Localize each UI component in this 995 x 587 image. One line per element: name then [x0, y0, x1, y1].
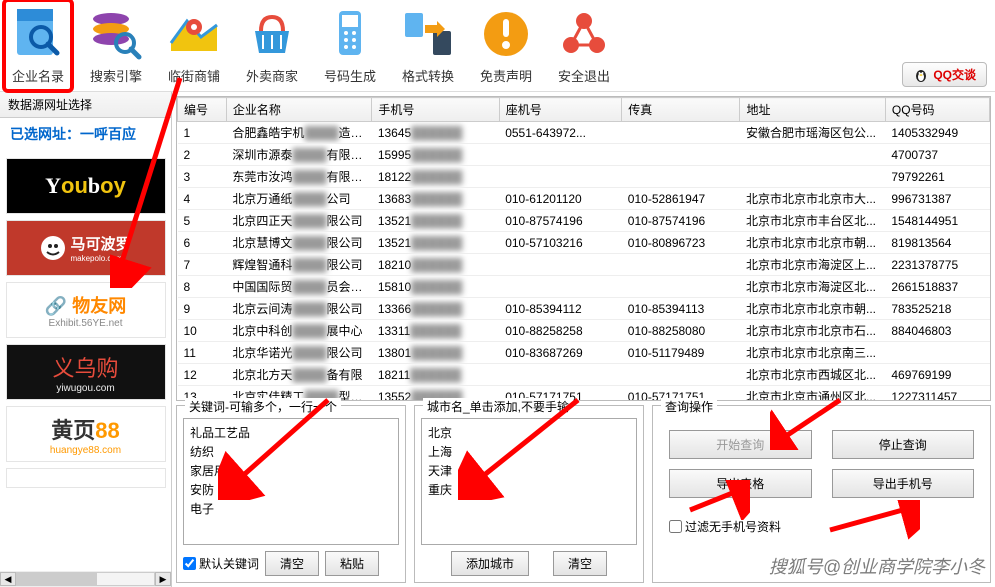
table-row[interactable]: 3东莞市汝鸿████有限公司18122██████79792261	[178, 166, 990, 188]
column-header[interactable]: 手机号	[372, 98, 499, 122]
table-row[interactable]: 4北京万通纸████公司13683██████010-61201120010-5…	[178, 188, 990, 210]
cities-panel: 城市名_单击添加,不要手输 北京上海天津重庆 添加城市 清空	[414, 405, 644, 583]
content-area: 编号企业名称手机号座机号传真地址QQ号码 1合肥鑫皓宇机████造有限...13…	[172, 92, 995, 587]
source-youboy[interactable]: Youboy	[6, 158, 166, 214]
source-makepolo[interactable]: 马可波罗makepolo.com	[6, 220, 166, 276]
table-row[interactable]: 5北京四正天████限公司13521██████010-87574196010-…	[178, 210, 990, 232]
stack-search-icon	[88, 6, 144, 62]
stop-query-button[interactable]: 停止查询	[832, 430, 975, 459]
document-search-icon	[10, 6, 66, 62]
tool-search-engine[interactable]: 搜索引擎	[86, 4, 146, 87]
column-header[interactable]: 编号	[178, 98, 227, 122]
source-huangye88[interactable]: 黄页88huangye88.com	[6, 406, 166, 462]
source-56ye[interactable]: 🔗 物友网Exhibit.56YE.net	[6, 282, 166, 338]
scroll-right-icon[interactable]: ▶	[155, 572, 171, 586]
column-header[interactable]: 传真	[622, 98, 740, 122]
column-header[interactable]: QQ号码	[885, 98, 989, 122]
list-item[interactable]: 家居用品	[188, 461, 394, 480]
clear-cities-button[interactable]: 清空	[553, 551, 607, 576]
list-item[interactable]: 电子	[188, 499, 394, 518]
column-header[interactable]: 地址	[740, 98, 885, 122]
filter-no-phone-checkbox[interactable]: 过滤无手机号资料	[659, 518, 984, 535]
qq-chat-button[interactable]: QQ交谈	[902, 62, 987, 87]
tool-safe-exit[interactable]: 安全退出	[554, 4, 614, 87]
phone-icon	[322, 6, 378, 62]
source-more[interactable]	[6, 468, 166, 488]
qq-penguin-icon	[913, 67, 929, 83]
tool-disclaimer[interactable]: 免责声明	[476, 4, 536, 87]
table-row[interactable]: 1合肥鑫皓宇机████造有限...13645██████0551-643972.…	[178, 122, 990, 144]
toolbar-label: 安全退出	[558, 66, 610, 85]
selected-source: 已选网址：一呼百应	[0, 118, 171, 150]
sidebar-scrollbar[interactable]: ◀ ▶	[0, 571, 171, 587]
table-row[interactable]: 6北京慧博文████限公司13521██████010-57103216010-…	[178, 232, 990, 254]
add-city-button[interactable]: 添加城市	[451, 551, 529, 576]
list-item[interactable]: 重庆	[426, 480, 632, 499]
list-item[interactable]: 礼品工艺品	[188, 423, 394, 442]
list-item[interactable]: 纺织	[188, 442, 394, 461]
tool-takeout-merchants[interactable]: 外卖商家	[242, 4, 302, 87]
data-source-sidebar: 数据源网址选择 已选网址：一呼百应 Youboy 马可波罗makepolo.co…	[0, 92, 172, 587]
clear-keywords-button[interactable]: 清空	[265, 551, 319, 576]
exit-icon	[556, 6, 612, 62]
source-list: Youboy 马可波罗makepolo.com 🔗 物友网Exhibit.56Y…	[0, 150, 171, 571]
table-row[interactable]: 8中国国际贸████员会机械...15810██████北京市北京市海淀区北..…	[178, 276, 990, 298]
default-keywords-checkbox[interactable]: 默认关键词	[183, 555, 259, 572]
export-phone-button[interactable]: 导出手机号	[832, 469, 975, 498]
toolbar-label: 格式转换	[402, 66, 454, 85]
table-row[interactable]: 7辉煌智通科████限公司18210██████北京市北京市海淀区上...223…	[178, 254, 990, 276]
cities-listbox[interactable]: 北京上海天津重庆	[421, 418, 637, 545]
basket-icon	[244, 6, 300, 62]
keywords-listbox[interactable]: 礼品工艺品纺织家居用品安防电子	[183, 418, 399, 545]
convert-icon	[400, 6, 456, 62]
toolbar-label: 号码生成	[324, 66, 376, 85]
table-row[interactable]: 10北京中科创████展中心13311██████010-88258258010…	[178, 320, 990, 342]
list-item[interactable]: 上海	[426, 442, 632, 461]
list-item[interactable]: 安防	[188, 480, 394, 499]
sidebar-header: 数据源网址选择	[0, 92, 171, 118]
map-pin-icon	[166, 6, 222, 62]
toolbar-label: 搜索引擎	[90, 66, 142, 85]
results-grid[interactable]: 编号企业名称手机号座机号传真地址QQ号码 1合肥鑫皓宇机████造有限...13…	[176, 96, 991, 401]
tool-enterprise-directory[interactable]: 企业名录	[2, 0, 74, 93]
table-row[interactable]: 11北京华诺光████限公司13801██████010-83687269010…	[178, 342, 990, 364]
toolbar-label: 临街商铺	[168, 66, 220, 85]
list-item[interactable]: 北京	[426, 423, 632, 442]
export-table-button[interactable]: 导出表格	[669, 469, 812, 498]
tool-format-convert[interactable]: 格式转换	[398, 4, 458, 87]
qq-label: QQ交谈	[933, 66, 976, 83]
tool-number-generate[interactable]: 号码生成	[320, 4, 380, 87]
watermark: 搜狐号@创业商学院李小冬	[769, 553, 985, 579]
column-header[interactable]: 座机号	[499, 98, 622, 122]
keywords-panel: 关键词-可输多个，一行一个 礼品工艺品纺织家居用品安防电子 默认关键词 清空 粘…	[176, 405, 406, 583]
toolbar-label: 免责声明	[480, 66, 532, 85]
toolbar-label: 外卖商家	[246, 66, 298, 85]
panel-title: 查询操作	[661, 398, 717, 415]
main-toolbar: 企业名录 搜索引擎 临街商铺 外卖商家 号码生成 格式转换 免责声明	[0, 0, 995, 92]
list-item[interactable]: 天津	[426, 461, 632, 480]
table-row[interactable]: 2深圳市源泰████有限公司15995██████4700737	[178, 144, 990, 166]
warning-icon	[478, 6, 534, 62]
toolbar-label: 企业名录	[12, 66, 64, 85]
start-query-button[interactable]: 开始查询	[669, 430, 812, 459]
panel-title: 城市名_单击添加,不要手输	[423, 398, 573, 415]
column-header[interactable]: 企业名称	[226, 98, 371, 122]
paste-keywords-button[interactable]: 粘贴	[325, 551, 379, 576]
table-row[interactable]: 12北京北方天████备有限18211██████北京市北京市西城区北...46…	[178, 364, 990, 386]
panel-title: 关键词-可输多个，一行一个	[185, 398, 341, 415]
source-yiwugou[interactable]: 义乌购yiwugou.com	[6, 344, 166, 400]
tool-street-shops[interactable]: 临街商铺	[164, 4, 224, 87]
scroll-left-icon[interactable]: ◀	[0, 572, 16, 586]
table-row[interactable]: 9北京云间涛████限公司13366██████010-85394112010-…	[178, 298, 990, 320]
